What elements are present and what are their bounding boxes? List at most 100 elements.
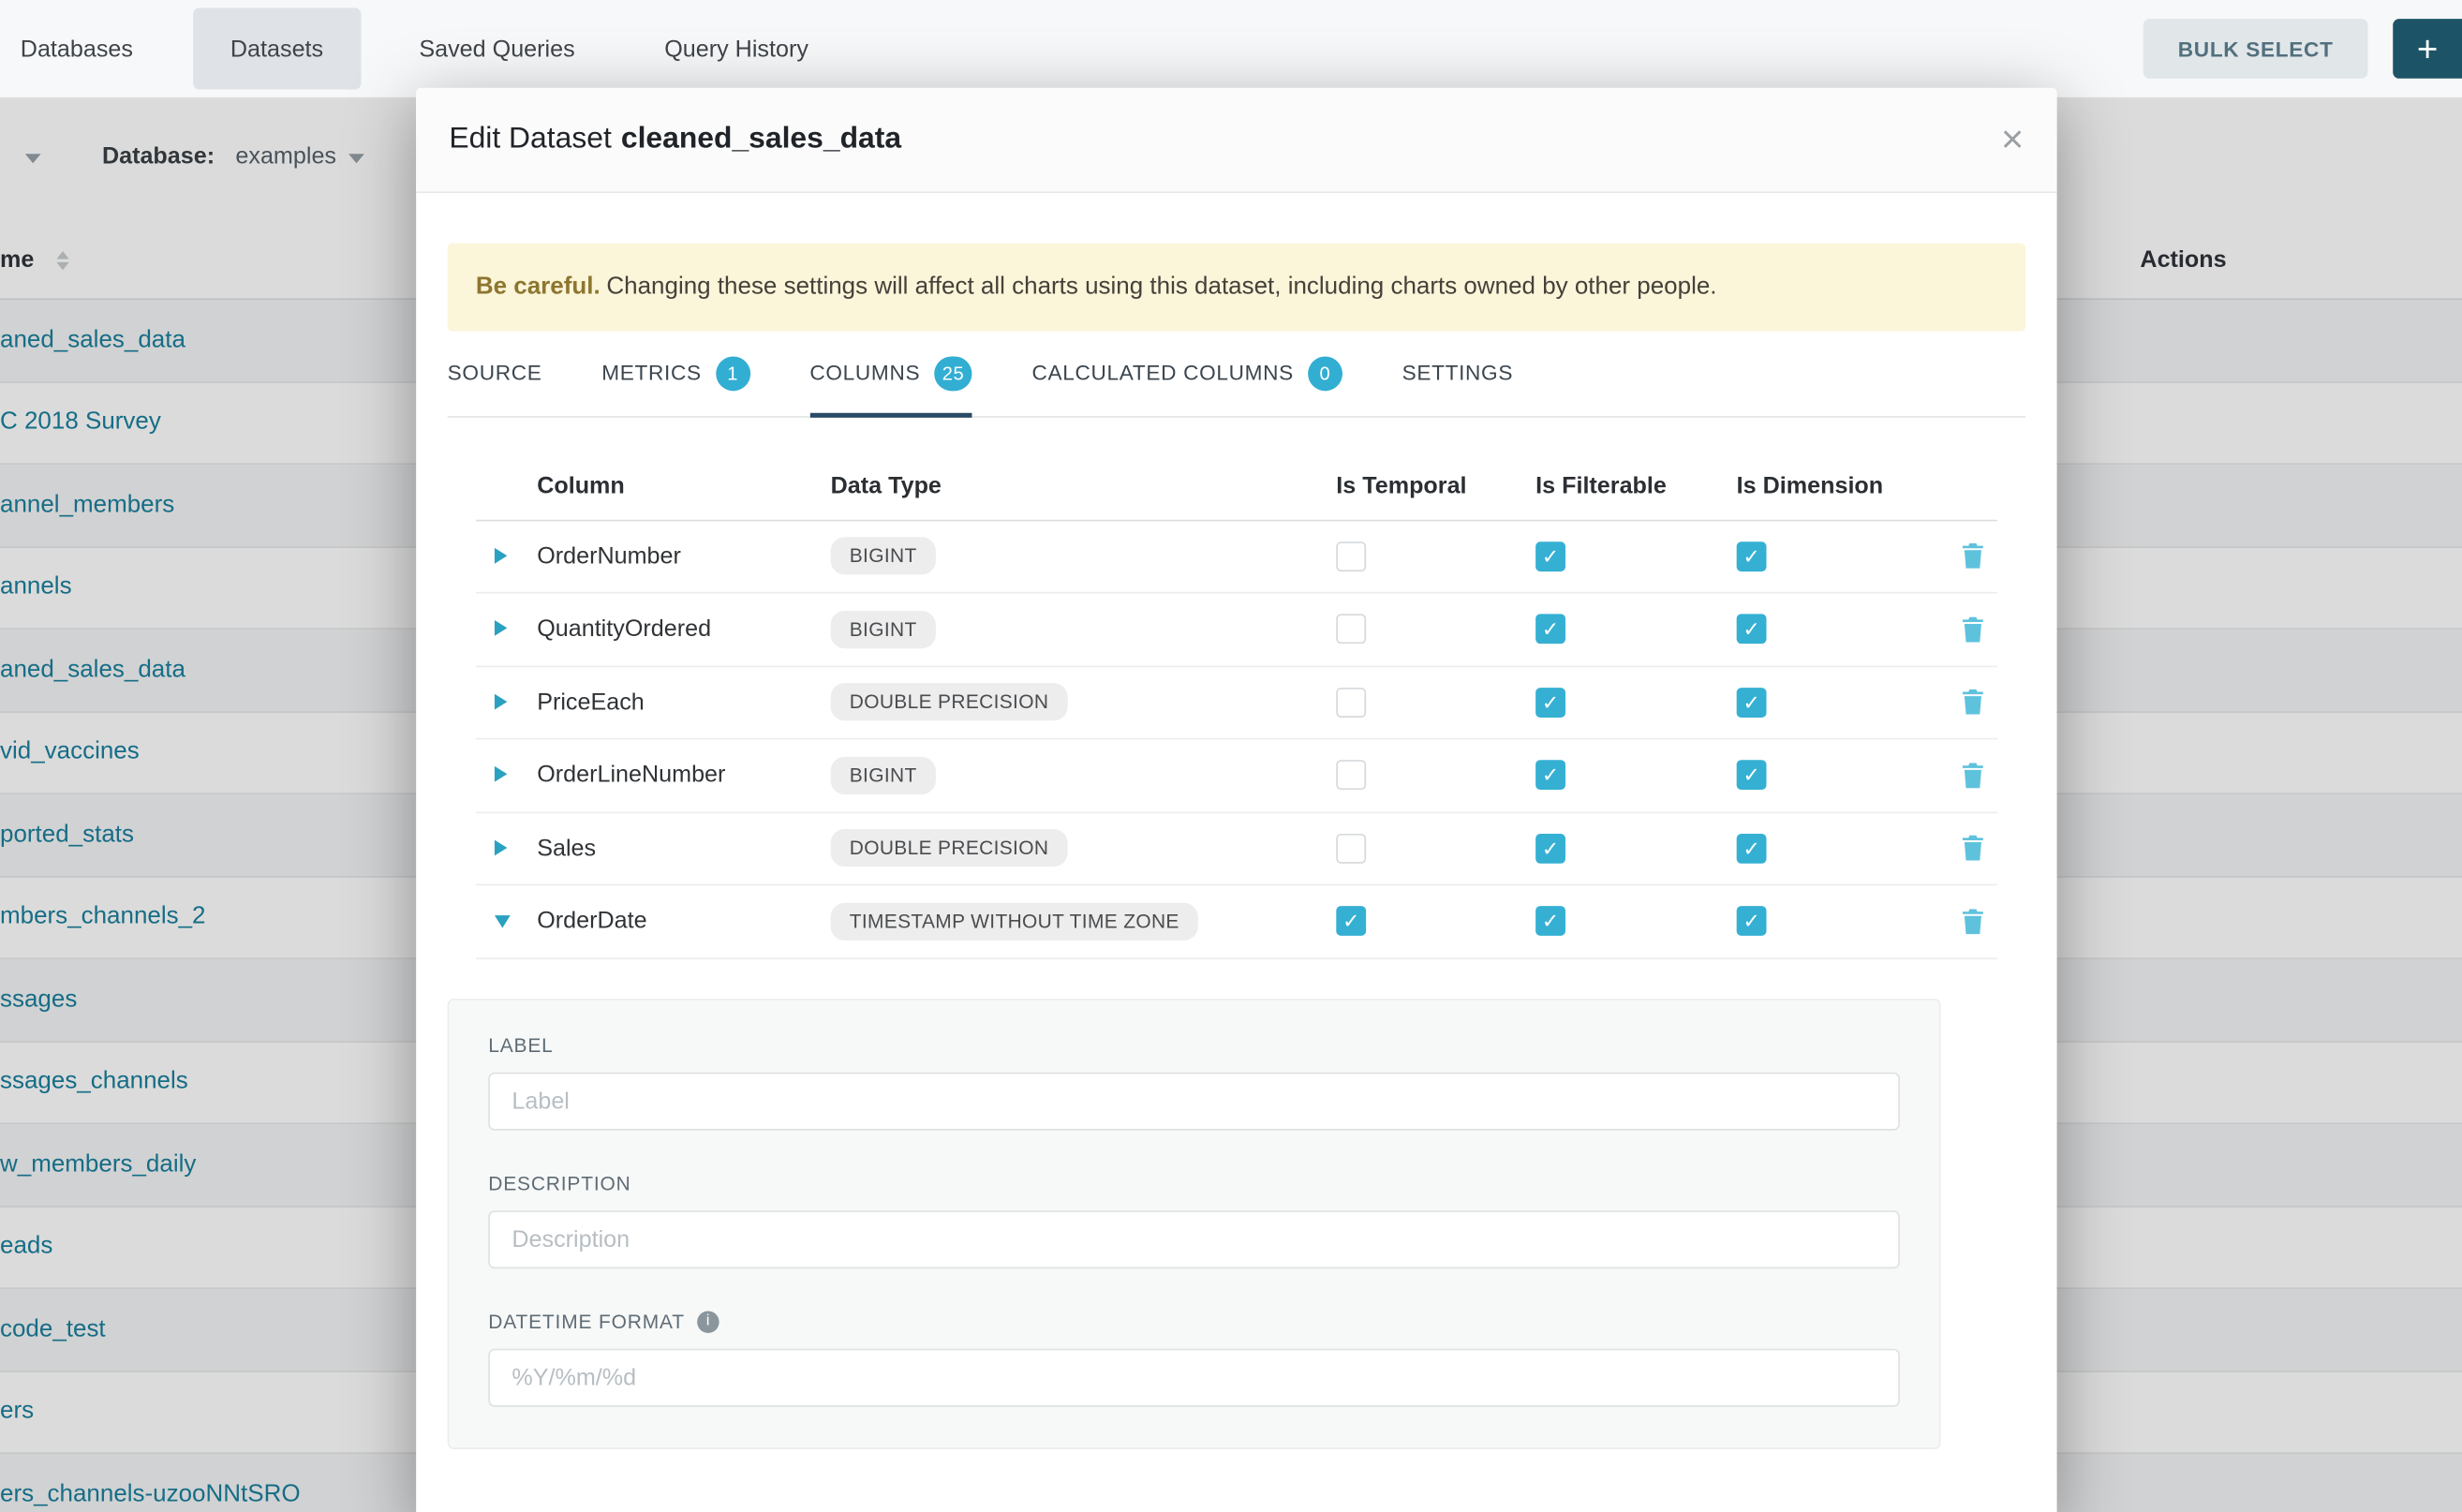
modal-title: Edit Dataset cleaned_sales_data (449, 123, 901, 157)
modal-header: Edit Dataset cleaned_sales_data × (416, 88, 2056, 193)
label-input[interactable] (488, 1072, 1900, 1130)
warning-text: Changing these settings will affect all … (606, 274, 1716, 300)
check-icon: ✓ (1743, 692, 1759, 713)
column-name: OrderNumber (537, 543, 830, 570)
delete-icon[interactable] (1961, 763, 1984, 788)
tab-label: SETTINGS (1402, 362, 1514, 385)
datetime-format-field-group: DATETIME FORMAT i (488, 1311, 1900, 1406)
tab-count-badge: 1 (716, 356, 750, 391)
plus-icon: + (2417, 27, 2439, 69)
tab-count-badge: 25 (934, 356, 971, 391)
data-type-pill: BIGINT (831, 757, 936, 794)
check-icon: ✓ (1542, 912, 1559, 932)
check-icon: ✓ (1542, 692, 1559, 713)
tab-source[interactable]: SOURCE (448, 331, 542, 416)
expand-caret-icon[interactable] (495, 694, 507, 710)
check-icon: ✓ (1743, 765, 1759, 786)
is-filterable-checkbox[interactable]: ✓ (1535, 761, 1565, 791)
collapse-caret-icon[interactable] (495, 916, 511, 928)
nav-actions: BULK SELECT + (2143, 0, 2462, 97)
is-filterable-header: Is Filterable (1535, 472, 1737, 498)
is-filterable-checkbox[interactable]: ✓ (1535, 541, 1565, 571)
close-icon[interactable]: × (2001, 120, 2024, 159)
delete-icon[interactable] (1961, 836, 1984, 861)
table-row-sales: Sales DOUBLE PRECISION ✓ ✓ ✓ (476, 813, 1997, 886)
data-type-pill: DOUBLE PRECISION (831, 830, 1068, 867)
is-filterable-checkbox[interactable]: ✓ (1535, 834, 1565, 864)
add-dataset-button[interactable]: + (2393, 19, 2462, 79)
column-name: OrderDate (537, 908, 830, 934)
is-temporal-header: Is Temporal (1336, 472, 1535, 498)
nav-item-query-history[interactable]: Query History (664, 36, 808, 62)
check-icon: ✓ (1342, 912, 1359, 932)
data-type-pill: DOUBLE PRECISION (831, 684, 1068, 721)
datetime-format-input[interactable] (488, 1348, 1900, 1406)
nav-item-datasets[interactable]: Datasets (193, 7, 362, 89)
check-icon: ✓ (1542, 838, 1559, 859)
nav-item-saved-queries[interactable]: Saved Queries (419, 36, 574, 62)
label-field-group: LABEL (488, 1034, 1900, 1130)
delete-icon[interactable] (1961, 909, 1984, 934)
delete-icon[interactable] (1961, 617, 1984, 643)
check-icon: ✓ (1743, 838, 1759, 859)
info-icon[interactable]: i (697, 1311, 719, 1332)
is-temporal-checkbox[interactable]: ✓ (1336, 907, 1366, 937)
expand-caret-icon[interactable] (495, 621, 507, 637)
is-dimension-checkbox[interactable]: ✓ (1737, 907, 1767, 937)
is-temporal-checkbox[interactable]: ✓ (1336, 541, 1366, 571)
is-dimension-checkbox[interactable]: ✓ (1737, 541, 1767, 571)
is-temporal-checkbox[interactable]: ✓ (1336, 688, 1366, 718)
description-field-group: DESCRIPTION (488, 1172, 1900, 1267)
modal-tabs: SOURCE METRICS 1 COLUMNS 25 CALCULATED C… (448, 331, 2025, 417)
tab-columns[interactable]: COLUMNS 25 (809, 331, 971, 416)
edit-dataset-modal: Edit Dataset cleaned_sales_data × Be care… (416, 88, 2056, 1512)
tab-label: SOURCE (448, 362, 542, 385)
columns-table-header: Column Data Type Is Temporal Is Filterab… (476, 452, 1997, 521)
modal-body: Be careful.Changing these settings will … (416, 244, 2056, 1449)
datetime-format-field-label: DATETIME FORMAT (488, 1311, 685, 1332)
data-type-pill: BIGINT (831, 611, 936, 648)
is-temporal-checkbox[interactable]: ✓ (1336, 761, 1366, 791)
tab-settings[interactable]: SETTINGS (1402, 331, 1514, 416)
tab-label: COLUMNS (809, 362, 920, 385)
expand-caret-icon[interactable] (495, 548, 507, 564)
is-dimension-checkbox[interactable]: ✓ (1737, 688, 1767, 718)
check-icon: ✓ (1743, 912, 1759, 932)
warning-bold-text: Be careful. (476, 274, 601, 300)
expand-caret-icon[interactable] (495, 840, 507, 856)
is-dimension-header: Is Dimension (1737, 472, 1936, 498)
is-dimension-checkbox[interactable]: ✓ (1737, 761, 1767, 791)
column-name: QuantityOrdered (537, 616, 830, 643)
label-field-label: LABEL (488, 1034, 1900, 1056)
description-input[interactable] (488, 1210, 1900, 1268)
bulk-select-button[interactable]: BULK SELECT (2143, 19, 2368, 79)
description-field-label: DESCRIPTION (488, 1172, 1900, 1193)
tab-calculated-columns[interactable]: CALCULATED COLUMNS 0 (1031, 331, 1342, 416)
tab-metrics[interactable]: METRICS 1 (601, 331, 749, 416)
data-type-header: Data Type (831, 472, 1337, 498)
expand-caret-icon[interactable] (495, 767, 507, 783)
column-name: Sales (537, 836, 830, 862)
columns-table: Column Data Type Is Temporal Is Filterab… (476, 452, 1997, 958)
tab-count-badge: 0 (1308, 356, 1342, 391)
nav-item-databases[interactable]: Databases (21, 36, 133, 62)
is-dimension-checkbox[interactable]: ✓ (1737, 834, 1767, 864)
table-row-orderdate: OrderDate TIMESTAMP WITHOUT TIME ZONE ✓ … (476, 886, 1997, 959)
is-filterable-checkbox[interactable]: ✓ (1535, 907, 1565, 937)
is-filterable-checkbox[interactable]: ✓ (1535, 615, 1565, 645)
delete-icon[interactable] (1961, 544, 1984, 570)
is-temporal-checkbox[interactable]: ✓ (1336, 615, 1366, 645)
screen: Databases Datasets Saved Queries Query H… (0, 0, 2462, 1512)
data-type-pill: BIGINT (831, 538, 936, 575)
is-temporal-checkbox[interactable]: ✓ (1336, 834, 1366, 864)
delete-icon[interactable] (1961, 690, 1984, 716)
is-dimension-checkbox[interactable]: ✓ (1737, 615, 1767, 645)
modal-title-prefix: Edit Dataset (449, 123, 611, 156)
data-type-pill: TIMESTAMP WITHOUT TIME ZONE (831, 903, 1198, 941)
table-row-quantityordered: QuantityOrdered BIGINT ✓ ✓ ✓ (476, 594, 1997, 667)
column-name: PriceEach (537, 689, 830, 716)
modal-title-dataset-name: cleaned_sales_data (621, 123, 901, 156)
is-filterable-checkbox[interactable]: ✓ (1535, 688, 1565, 718)
warning-banner: Be careful.Changing these settings will … (448, 244, 2025, 331)
table-row-ordernumber: OrderNumber BIGINT ✓ ✓ ✓ (476, 521, 1997, 594)
